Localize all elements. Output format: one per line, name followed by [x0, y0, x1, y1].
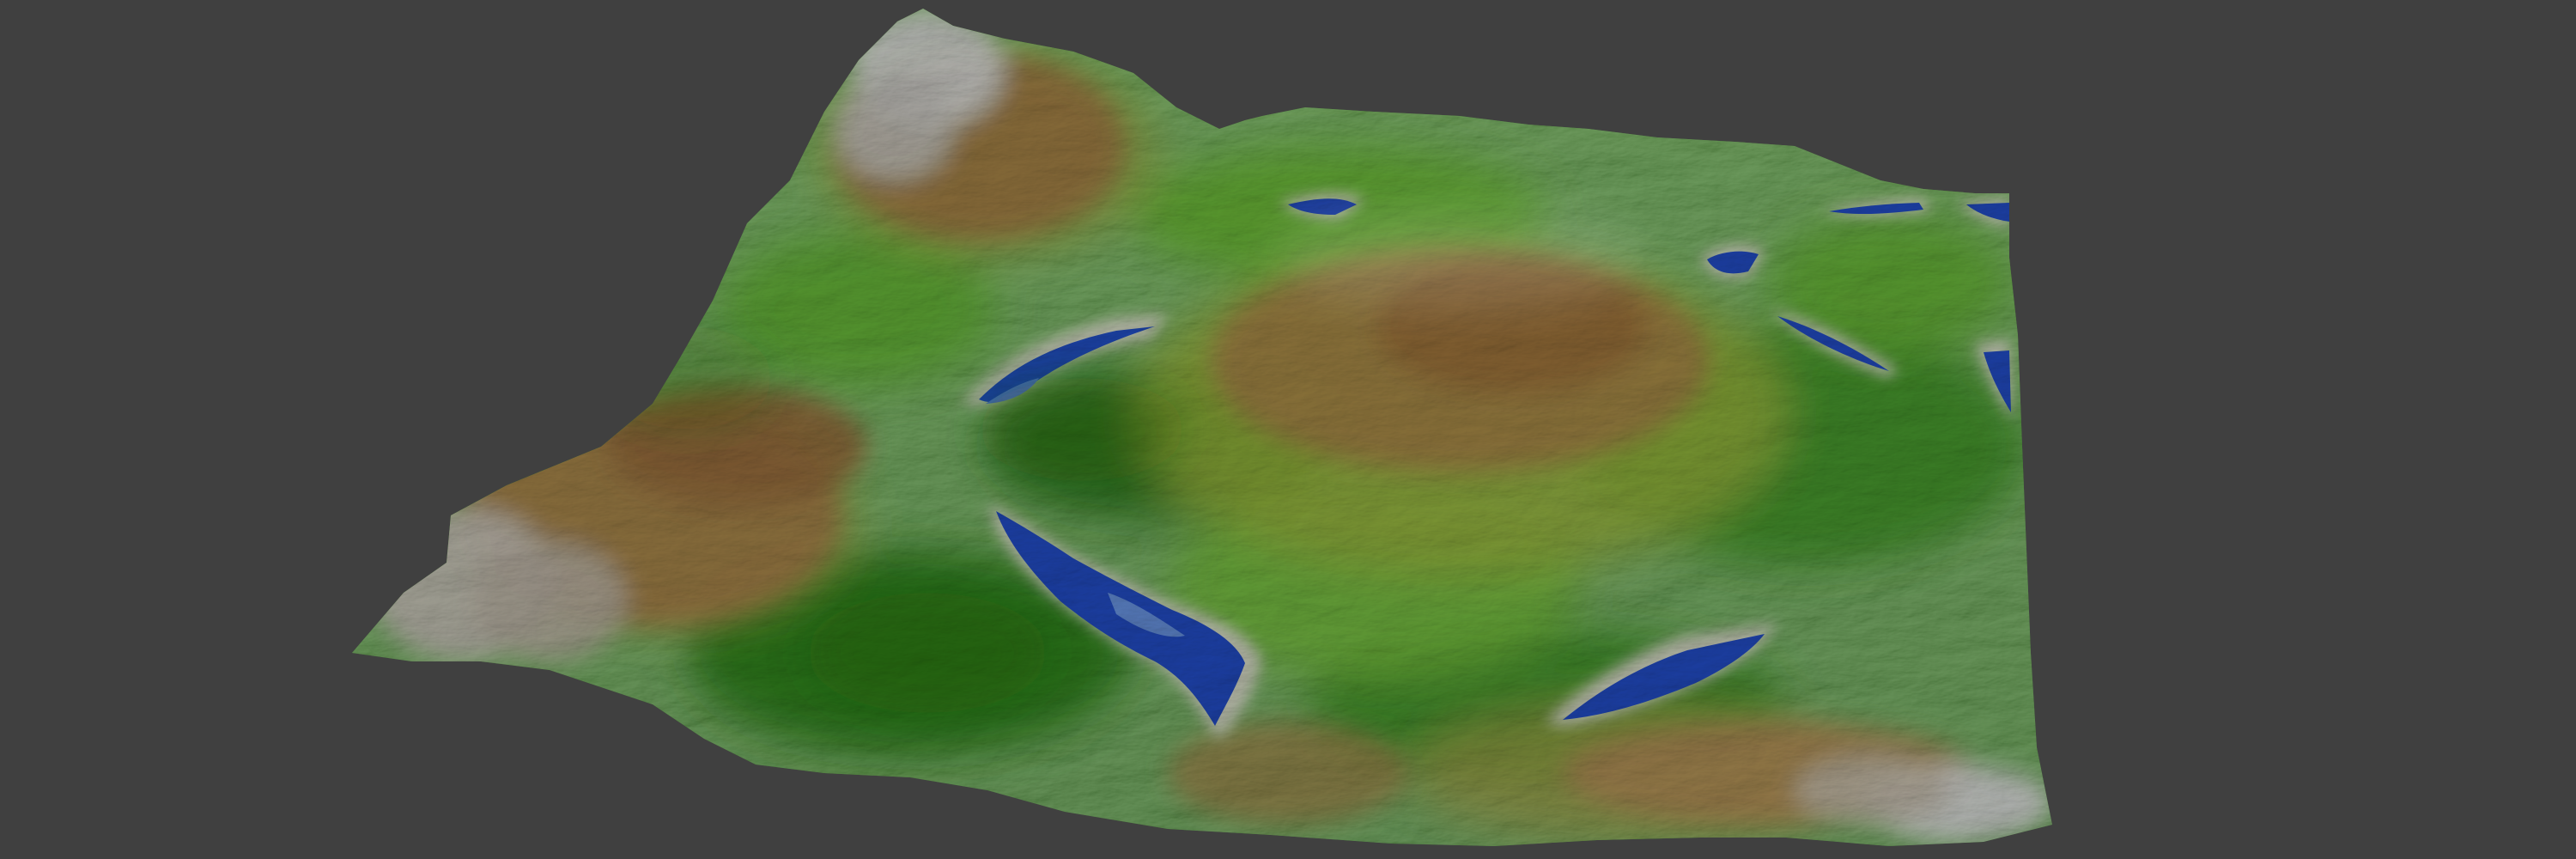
terrain-canvas: [352, 9, 2052, 846]
viewport: [0, 0, 2576, 859]
terrain-surface: [352, 9, 2052, 846]
